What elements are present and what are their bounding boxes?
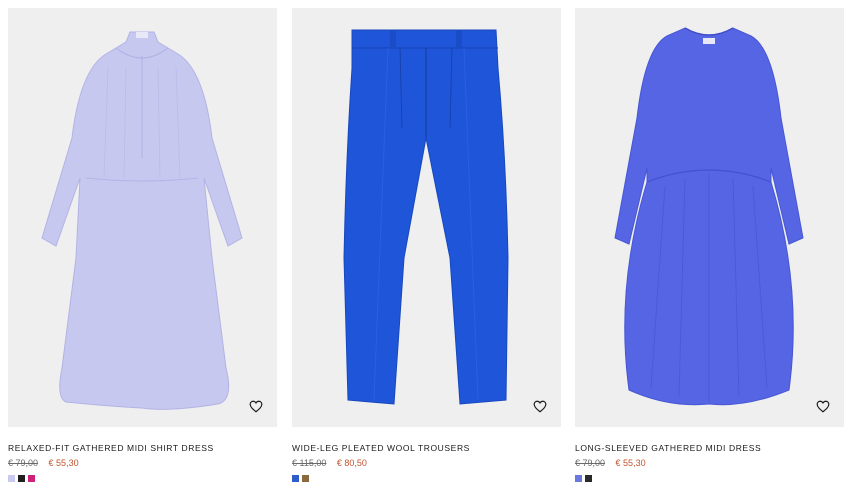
product-grid: RELAXED-FIT GATHERED MIDI SHIRT DRESS € … bbox=[0, 0, 850, 504]
price-row: € 115,00 € 80,50 bbox=[292, 458, 561, 468]
product-card[interactable]: RELAXED-FIT GATHERED MIDI SHIRT DRESS € … bbox=[8, 8, 277, 482]
original-price: € 115,00 bbox=[292, 458, 327, 468]
gathered-dress-image bbox=[614, 27, 804, 406]
sale-price: € 55,30 bbox=[48, 458, 79, 468]
trousers-image bbox=[343, 29, 509, 405]
sale-price: € 80,50 bbox=[336, 458, 367, 468]
heart-icon bbox=[533, 400, 547, 413]
color-swatch[interactable] bbox=[28, 475, 35, 482]
product-title[interactable]: WIDE-LEG PLEATED WOOL TROUSERS bbox=[292, 443, 561, 453]
wishlist-button[interactable] bbox=[247, 397, 265, 415]
wishlist-button[interactable] bbox=[531, 397, 549, 415]
price-row: € 79,00 € 55,30 bbox=[8, 458, 277, 468]
original-price: € 79,00 bbox=[575, 458, 606, 468]
product-card[interactable]: LONG-SLEEVED GATHERED MIDI DRESS € 79,00… bbox=[575, 8, 844, 482]
color-swatch[interactable] bbox=[575, 475, 582, 482]
sale-price: € 55,30 bbox=[615, 458, 646, 468]
product-card[interactable]: WIDE-LEG PLEATED WOOL TROUSERS € 115,00 … bbox=[292, 8, 561, 482]
heart-icon bbox=[249, 400, 263, 413]
product-title[interactable]: RELAXED-FIT GATHERED MIDI SHIRT DRESS bbox=[8, 443, 277, 453]
color-swatch[interactable] bbox=[8, 475, 15, 482]
color-swatches bbox=[292, 475, 561, 482]
color-swatch[interactable] bbox=[585, 475, 592, 482]
product-image[interactable] bbox=[292, 8, 561, 427]
color-swatch[interactable] bbox=[18, 475, 25, 482]
product-image[interactable] bbox=[8, 8, 277, 427]
color-swatches bbox=[8, 475, 277, 482]
product-title[interactable]: LONG-SLEEVED GATHERED MIDI DRESS bbox=[575, 443, 844, 453]
product-image[interactable] bbox=[575, 8, 844, 427]
shirt-dress-image bbox=[41, 31, 243, 410]
wishlist-button[interactable] bbox=[814, 397, 832, 415]
original-price: € 79,00 bbox=[8, 458, 39, 468]
heart-icon bbox=[816, 400, 830, 413]
price-row: € 79,00 € 55,30 bbox=[575, 458, 844, 468]
color-swatch[interactable] bbox=[292, 475, 299, 482]
color-swatch[interactable] bbox=[302, 475, 309, 482]
color-swatches bbox=[575, 475, 844, 482]
